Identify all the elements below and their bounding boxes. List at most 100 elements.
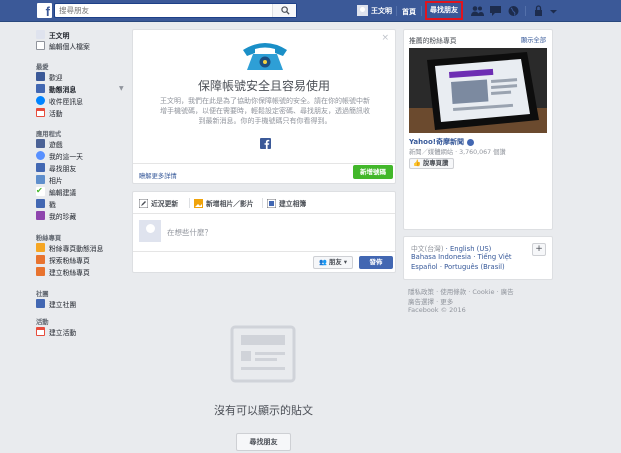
- search-icon: [281, 6, 290, 15]
- section-heading-apps: 應用程式: [36, 131, 62, 138]
- language-link[interactable]: Tiếng Việt: [478, 253, 512, 261]
- sidebar-item-poke[interactable]: 戳: [36, 198, 56, 209]
- recommended-page-heading: 推薦的粉絲專頁: [409, 37, 457, 45]
- sidebar-profile[interactable]: 王文明: [36, 29, 69, 40]
- language-link[interactable]: English (US): [450, 245, 491, 253]
- bookmark-icon: [36, 211, 45, 220]
- chevron-down-icon: ▾: [343, 259, 347, 266]
- calendar-icon: [36, 327, 45, 336]
- add-phone-button[interactable]: 新增號碼: [353, 165, 393, 179]
- section-heading-groups: 社團: [36, 291, 49, 298]
- nav-find-friends-link[interactable]: 尋找朋友: [425, 1, 463, 20]
- sidebar-item-messages[interactable]: 收件匣訊息: [36, 95, 83, 106]
- search-button[interactable]: [272, 4, 296, 17]
- search-input[interactable]: [55, 4, 273, 17]
- sidebar-item-discover-pages[interactable]: 探索粉絲專頁: [36, 254, 90, 265]
- page-cover-image[interactable]: [409, 48, 547, 133]
- sidebar-item-label: 收件匣訊息: [49, 97, 83, 106]
- news-feed-icon: [36, 84, 45, 93]
- sidebar-item-events[interactable]: 活動: [36, 107, 63, 118]
- telephone-icon: [243, 43, 287, 70]
- checkmark-icon: ✔: [36, 187, 45, 196]
- tab-create-album[interactable]: 建立相簿: [267, 198, 306, 208]
- close-icon[interactable]: ×: [381, 33, 389, 43]
- learn-more-link[interactable]: 瞭解更多詳情: [139, 171, 177, 180]
- language-link[interactable]: Español: [411, 263, 438, 271]
- chevron-down-icon[interactable]: ▼: [119, 85, 124, 92]
- sidebar-item-create-page[interactable]: 建立粉絲專頁: [36, 266, 90, 277]
- divider: [133, 251, 395, 252]
- top-bar: f 王文明 首頁 尋找朋友: [0, 0, 621, 22]
- like-page-button[interactable]: 👍 說專頁讚: [409, 158, 454, 169]
- page-name: Yahoo!奇摩新聞: [409, 138, 464, 146]
- footer-links[interactable]: 廣告選擇 · 更多: [408, 296, 453, 306]
- section-heading-pages: 粉絲專頁: [36, 235, 62, 242]
- add-language-button[interactable]: +: [532, 243, 546, 256]
- flag-icon: [36, 267, 45, 276]
- tab-add-photo-video[interactable]: 新增相片／影片: [194, 198, 254, 208]
- composer-input[interactable]: 在想些什麼？: [167, 227, 212, 238]
- empty-feed-illustration-icon: [230, 325, 296, 383]
- calendar-icon: [36, 108, 45, 117]
- sidebar-item-on-this-day[interactable]: 我的這一天: [36, 150, 83, 161]
- pencil-icon: [139, 198, 148, 208]
- footer-links[interactable]: 隱私政策 · 使用條款 · Cookie · 廣告: [408, 286, 514, 296]
- tab-divider: [262, 198, 263, 208]
- empty-feed-message: 沒有可以顯示的貼文: [214, 404, 313, 417]
- sidebar-item-news-feed[interactable]: 動態消息: [36, 83, 76, 94]
- facebook-logo-icon[interactable]: f: [37, 3, 52, 18]
- sidebar-item-label: 戳: [49, 200, 56, 209]
- language-row: Bahasa Indonesia · Tiếng Việt: [411, 253, 512, 261]
- sidebar-item-games[interactable]: 遊戲: [36, 138, 63, 149]
- language-link[interactable]: Português (Brasil): [444, 263, 505, 271]
- sidebar-item-saved[interactable]: 我的珍藏: [36, 210, 76, 221]
- divider: [133, 213, 395, 214]
- sidebar-item-label: 尋找朋友: [49, 164, 77, 173]
- nav-profile-link[interactable]: 王文明: [357, 5, 392, 16]
- see-all-link[interactable]: 顯示全部: [521, 35, 546, 44]
- sidebar-item-welcome[interactable]: 歡迎: [36, 71, 63, 82]
- friends-icon: [36, 163, 45, 172]
- sidebar-edit-profile[interactable]: 編輯個人檔案: [36, 40, 90, 51]
- recommended-page-card: 推薦的粉絲專頁 顯示全部 Yahoo!奇摩新聞 新聞／媒體網站 · 3,760,…: [403, 29, 553, 230]
- sidebar-item-label: 我的這一天: [49, 152, 83, 161]
- search-box: [54, 3, 297, 18]
- sidebar-item-label: 探索粉絲專頁: [49, 256, 90, 265]
- find-friends-button[interactable]: 尋找朋友: [236, 433, 291, 451]
- footer-copyright: Facebook © 2016: [408, 306, 466, 314]
- sidebar-item-photos[interactable]: 相片: [36, 174, 63, 185]
- friend-requests-icon[interactable]: [471, 5, 484, 17]
- post-button[interactable]: 發佈: [359, 256, 393, 269]
- sidebar-item-label: 編輯建議: [49, 188, 77, 197]
- sidebar-item-create-event[interactable]: 建立活動: [36, 326, 76, 337]
- photos-icon: [36, 175, 45, 184]
- page-name-link[interactable]: Yahoo!奇摩新聞: [409, 137, 474, 147]
- globe-notifications-icon[interactable]: [507, 5, 520, 17]
- messages-icon[interactable]: [489, 5, 502, 17]
- sidebar-item-label: 相片: [49, 176, 63, 185]
- chevron-down-icon[interactable]: [547, 5, 560, 17]
- sidebar-item-suggest-edits[interactable]: ✔ 編輯建議: [36, 186, 76, 197]
- audience-selector[interactable]: 👥 朋友 ▾: [313, 256, 353, 269]
- nav-divider: [525, 6, 526, 16]
- avatar: [36, 30, 45, 39]
- sidebar-item-pages-feed[interactable]: 粉絲專頁動態消息: [36, 242, 103, 253]
- security-card-body: 王文明，我們在此是為了協助你保障帳號的安全。請在你的帳號中新增手機號碼，以便在需…: [160, 97, 370, 125]
- privacy-shortcuts-icon[interactable]: [533, 5, 546, 17]
- security-card-title: 保障帳號安全且容易使用: [197, 79, 330, 93]
- avatar: [357, 5, 368, 16]
- tab-status-update[interactable]: 近況更新: [139, 198, 178, 208]
- sidebar-item-label: 建立粉絲專頁: [49, 268, 90, 277]
- sidebar-item-find-friends[interactable]: 尋找朋友: [36, 162, 76, 173]
- language-link[interactable]: Bahasa Indonesia: [411, 253, 471, 261]
- sidebar-item-create-group[interactable]: 建立社團: [36, 298, 76, 309]
- nav-home-link[interactable]: 首頁: [402, 7, 416, 17]
- tab-label: 新增相片／影片: [206, 200, 254, 208]
- facebook-icon: [260, 138, 271, 149]
- sidebar-item-label: 動態消息: [49, 85, 77, 94]
- language-row: 中文(台灣) · English (US): [411, 245, 492, 253]
- avatar: [139, 220, 161, 242]
- language-card: 中文(台灣) · English (US) Bahasa Indonesia ·…: [403, 236, 553, 280]
- verified-badge-icon: [466, 138, 474, 146]
- composer-card: 近況更新 新增相片／影片 建立相簿 在想些什麼？ 👥 朋友 ▾ 發佈: [132, 191, 396, 273]
